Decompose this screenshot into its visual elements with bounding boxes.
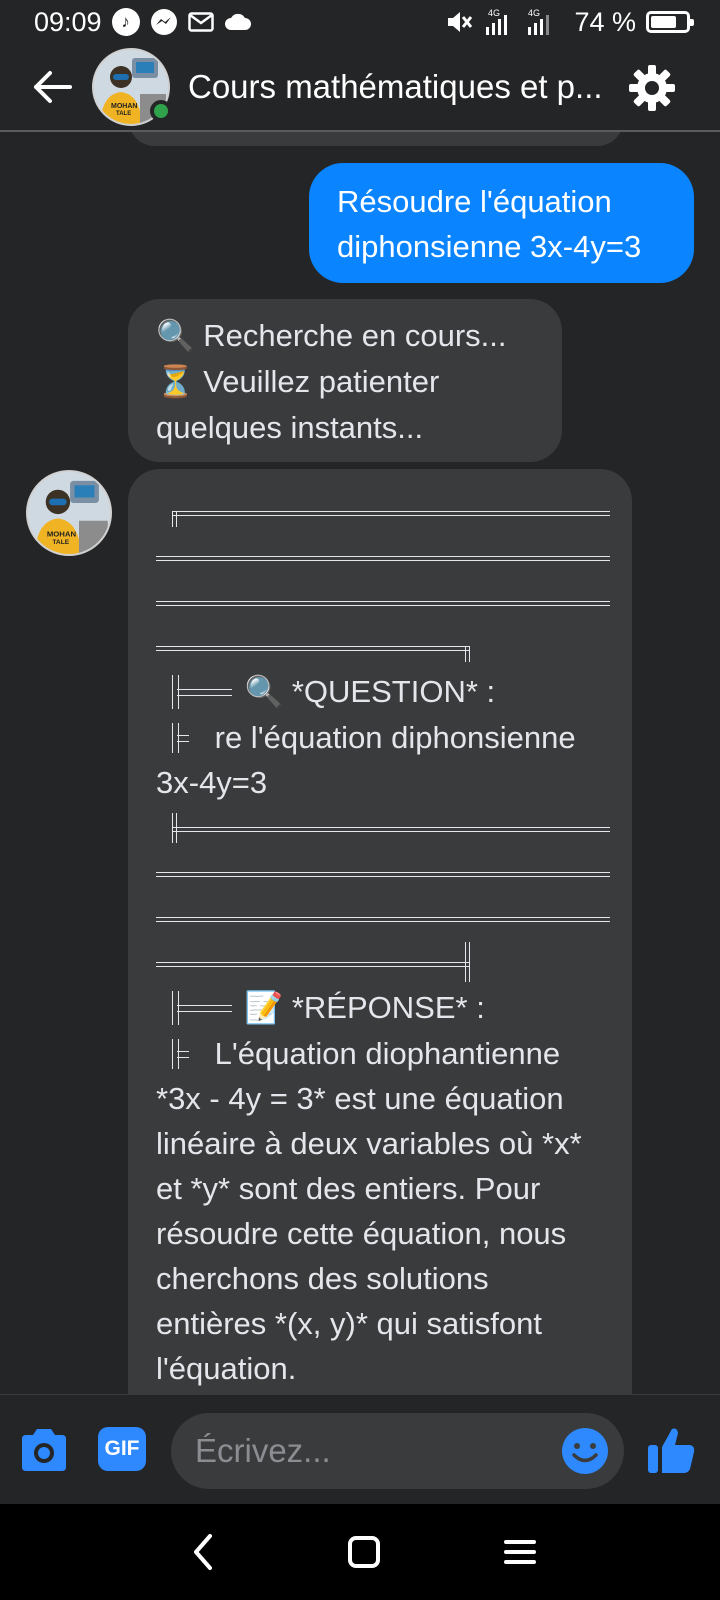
magnifier-icon: 🔍 xyxy=(244,674,284,710)
messenger-screen: 09:09 ♪ 4G 4G 74 % MOHAN TALE Cours math… xyxy=(0,0,720,1600)
svg-text:TALE: TALE xyxy=(116,111,131,117)
box-rule xyxy=(156,805,610,850)
status-message[interactable]: 🔍 Recherche en cours... ⏳ Veuillez patie… xyxy=(128,299,562,462)
gif-icon: GIF xyxy=(104,1437,140,1460)
emoji-icon xyxy=(562,1428,608,1474)
status-left: 09:09 ♪ xyxy=(34,7,252,38)
question-label: *QUESTION* : xyxy=(291,674,496,709)
cloud-icon xyxy=(224,12,252,32)
question-heading: 🔍 *QUESTION* : xyxy=(156,669,610,715)
status-text: Veuillez patienter xyxy=(203,364,440,399)
status-line: ⏳ Veuillez patienter xyxy=(156,359,534,405)
message-input[interactable] xyxy=(195,1425,525,1477)
nav-menu-icon xyxy=(504,1540,536,1564)
question-text: 3x-4y=3 xyxy=(156,765,268,800)
svg-text:MOHAN: MOHAN xyxy=(111,103,137,110)
outgoing-message[interactable]: Résoudre l'équation diphonsienne 3x-4y=3 xyxy=(309,163,694,283)
camera-icon xyxy=(22,1429,66,1471)
box-rule xyxy=(156,940,610,985)
avatar: MOHAN TALE xyxy=(26,470,112,556)
status-right: 4G 4G 74 % xyxy=(446,6,694,38)
battery-icon xyxy=(646,11,694,33)
response-body: *3x - 4y = 3* est une équation linéaire … xyxy=(156,1081,582,1386)
nav-back-button[interactable] xyxy=(182,1530,226,1574)
mail-icon xyxy=(187,12,214,32)
message-list[interactable]: Résoudre l'équation diphonsienne 3x-4y=3… xyxy=(0,132,720,1394)
box-rule xyxy=(156,624,610,669)
messenger-icon xyxy=(150,8,178,36)
status-text: Recherche en cours... xyxy=(203,318,507,353)
back-button[interactable] xyxy=(22,57,82,117)
battery-fill xyxy=(651,16,676,28)
back-arrow-icon xyxy=(34,71,72,103)
header-avatar[interactable]: MOHAN TALE xyxy=(92,48,172,126)
status-text: quelques instants... xyxy=(156,410,424,445)
svg-text:MOHAN: MOHAN xyxy=(47,529,77,538)
nav-menu-button[interactable] xyxy=(498,1530,542,1574)
signal-icon: 4G 4G xyxy=(484,7,564,37)
response-heading: 📝 *RÉPONSE* : xyxy=(156,985,610,1031)
battery-percent: 74 % xyxy=(574,6,636,37)
camera-button[interactable] xyxy=(18,1425,70,1475)
response-text: L'équation diophantienne xyxy=(214,1036,561,1071)
box-rule xyxy=(156,534,610,579)
status-bar: 09:09 ♪ 4G 4G 74 % xyxy=(0,0,720,44)
hourglass-icon: ⏳ xyxy=(156,364,195,400)
message-input-container[interactable] xyxy=(171,1413,624,1489)
settings-button[interactable] xyxy=(622,58,682,118)
magnifier-icon: 🔍 xyxy=(156,318,195,354)
network-label-2: 4G xyxy=(528,8,540,18)
like-button[interactable] xyxy=(644,1423,698,1477)
outgoing-message-line: diphonsienne 3x-4y=3 xyxy=(337,229,642,264)
box-rule xyxy=(156,895,610,940)
response-label: *RÉPONSE* : xyxy=(291,990,485,1025)
status-line: 🔍 Recherche en cours... xyxy=(156,313,534,359)
box-rule xyxy=(156,850,610,895)
response-line: L'équation diophantienne xyxy=(156,1031,610,1076)
question-line: re l'équation diphonsienne xyxy=(156,715,610,760)
emoji-button[interactable] xyxy=(560,1426,610,1476)
memo-icon: 📝 xyxy=(244,990,284,1026)
composer-bar: GIF xyxy=(0,1394,720,1504)
status-time: 09:09 xyxy=(34,6,102,37)
bot-avatar[interactable]: MOHAN TALE xyxy=(26,470,112,556)
system-nav-bar xyxy=(0,1504,720,1600)
nav-home-icon xyxy=(348,1536,380,1568)
network-label-1: 4G xyxy=(488,8,500,18)
chat-title[interactable]: Cours mathématiques et p... xyxy=(188,68,616,106)
nav-home-button[interactable] xyxy=(342,1530,386,1574)
mute-icon xyxy=(446,9,474,35)
previous-message-bubble xyxy=(128,132,624,146)
gear-icon xyxy=(629,65,675,111)
online-indicator xyxy=(150,100,172,122)
thumbs-up-icon xyxy=(648,1428,695,1473)
tiktok-icon: ♪ xyxy=(111,8,140,36)
box-rule xyxy=(156,579,610,624)
chat-header: MOHAN TALE Cours mathématiques et p... xyxy=(0,44,720,132)
gif-button[interactable]: GIF xyxy=(98,1427,146,1471)
box-rule xyxy=(156,489,610,534)
outgoing-message-line: Résoudre l'équation xyxy=(337,184,612,219)
bot-answer-message[interactable]: 🔍 *QUESTION* : re l'équation diphonsienn… xyxy=(128,469,632,1394)
svg-text:TALE: TALE xyxy=(52,539,69,546)
nav-back-icon xyxy=(194,1534,212,1570)
question-text: re l'équation diphonsienne xyxy=(214,720,576,755)
